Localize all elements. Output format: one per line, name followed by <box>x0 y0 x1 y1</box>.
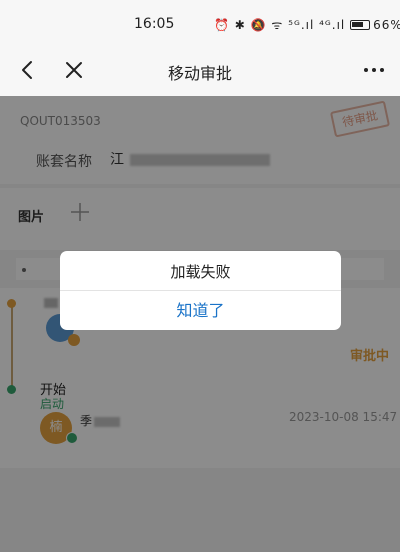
status-time: 16:05 <box>134 16 175 32</box>
dialog-message: 加载失败 <box>170 263 231 281</box>
status-indicator-icons: ⏰ ✱ 🔕 ᯤ ⁵ᴳ.ıl ⁴ᴳ.ıl <box>214 18 346 32</box>
status-bar: 16:05 ⏰ ✱ 🔕 ᯤ ⁵ᴳ.ıl ⁴ᴳ.ıl 66% <box>0 0 400 46</box>
battery-level: 66% <box>373 18 400 32</box>
page-title: 移动审批 <box>167 64 232 83</box>
status-indicators: ⏰ ✱ 🔕 ᯤ ⁵ᴳ.ıl ⁴ᴳ.ıl 66% <box>214 16 400 33</box>
ok-button[interactable]: 知道了 <box>60 291 341 330</box>
more-horizontal-icon[interactable] <box>360 58 388 82</box>
navigation-bar: 移动审批 <box>0 46 400 96</box>
battery-icon <box>350 20 371 30</box>
alert-dialog: 加载失败 知道了 <box>60 251 341 330</box>
